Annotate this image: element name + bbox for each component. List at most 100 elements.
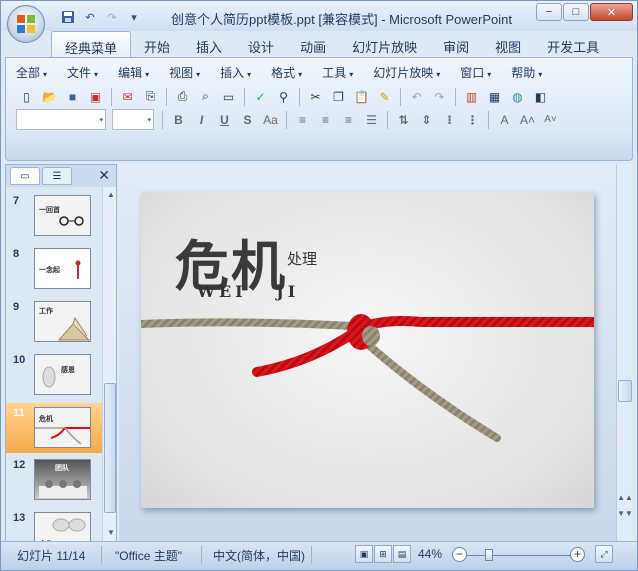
outline-tab-icon[interactable]: ☰ [42, 167, 72, 185]
previous-slide-icon[interactable]: ▲▲ [617, 490, 633, 505]
print-preview-icon[interactable]: ⌕ [195, 86, 216, 107]
change-case-icon[interactable]: Aa [260, 110, 281, 130]
zoom-slider-thumb[interactable] [485, 549, 493, 561]
fit-to-window-icon[interactable]: ⤢ [595, 545, 613, 563]
tab-animations[interactable]: 动画 [287, 31, 339, 57]
close-pane-icon[interactable]: ✕ [98, 167, 110, 184]
slide-pinyin[interactable]: WEI JI [197, 282, 299, 301]
next-slide-icon[interactable]: ▼▼ [617, 506, 633, 521]
scroll-down-icon[interactable]: ▼ [104, 525, 118, 540]
menu-format[interactable]: 格式 ▾ [271, 64, 302, 81]
save-icon[interactable] [59, 8, 77, 26]
italic-icon[interactable]: I [191, 110, 212, 130]
slide-view-icon[interactable]: ▭ [218, 86, 239, 107]
bullets-icon[interactable]: ⁝ [439, 110, 460, 130]
menu-help[interactable]: 帮助 ▾ [511, 64, 542, 81]
zoom-slider[interactable] [467, 555, 571, 556]
redo-toolbar-icon[interactable]: ↷ [429, 86, 450, 107]
undo-icon[interactable]: ↶ [81, 8, 99, 26]
pane-scroll-thumb[interactable] [104, 383, 116, 513]
underline-icon[interactable]: U [214, 110, 235, 130]
color-grayscale-icon[interactable]: ◧ [530, 86, 551, 107]
slideshow-view-icon[interactable]: ▤ [393, 545, 411, 563]
numbering-icon[interactable]: ⋮ [462, 110, 483, 130]
copy-icon[interactable]: ❐ [328, 86, 349, 107]
publish-icon[interactable]: ⎘ [140, 86, 161, 107]
slide-scrollbar[interactable]: ▲▲ ▼▼ [616, 164, 633, 541]
zoom-out-icon[interactable]: − [452, 547, 467, 562]
new-icon[interactable]: ▯ [16, 86, 37, 107]
font-color-icon[interactable]: A [494, 110, 515, 130]
customize-qat-icon[interactable]: ▾ [125, 8, 143, 26]
slide-preview: 一念起 [34, 248, 91, 289]
tab-design[interactable]: 设计 [235, 31, 287, 57]
font-size-combo[interactable]: ▾ [112, 109, 154, 130]
text-direction-icon[interactable]: ⇅ [393, 110, 414, 130]
standard-toolbar: ▯ 📂 ■ ▣ ✉ ⎘ ⎙ ⌕ ▭ ✓ ⚲ ✂ ❐ 📋 ✎ ↶ ↷ ▥ ▦ ◍ [16, 86, 551, 107]
slide-thumbnail[interactable]: 9 工作 [6, 297, 102, 349]
current-slide[interactable]: 危机 处理 WEI JI [141, 192, 594, 508]
font-name-combo[interactable]: ▾ [16, 109, 106, 130]
slide-scroll-thumb[interactable] [618, 380, 632, 402]
grow-font-icon[interactable]: A˄ [517, 110, 538, 130]
format-painter-icon[interactable]: ✎ [374, 86, 395, 107]
web-icon[interactable]: ◍ [507, 86, 528, 107]
zoom-in-icon[interactable]: + [570, 547, 585, 562]
research-icon[interactable]: ⚲ [273, 86, 294, 107]
menu-view[interactable]: 视图 ▾ [169, 64, 200, 81]
paste-icon[interactable]: 📋 [351, 86, 372, 107]
justify-icon[interactable]: ☰ [361, 110, 382, 130]
table-icon[interactable]: ▦ [484, 86, 505, 107]
undo-toolbar-icon[interactable]: ↶ [406, 86, 427, 107]
slide-sorter-icon[interactable]: ⊞ [374, 545, 392, 563]
zoom-level[interactable]: 44% [418, 547, 442, 561]
cut-icon[interactable]: ✂ [305, 86, 326, 107]
menu-tools[interactable]: 工具 ▾ [322, 64, 353, 81]
slide-thumbnail[interactable]: 10 感恩 [6, 350, 102, 402]
email-icon[interactable]: ✉ [117, 86, 138, 107]
align-text-icon[interactable]: ⇕ [416, 110, 437, 130]
shadow-icon[interactable]: S [237, 110, 258, 130]
menu-file[interactable]: 文件 ▾ [67, 64, 98, 81]
office-button[interactable] [7, 5, 45, 43]
close-button[interactable]: ✕ [590, 3, 633, 21]
save-file-icon[interactable]: ■ [62, 86, 83, 107]
menu-window[interactable]: 窗口 ▾ [460, 64, 491, 81]
slide-subtitle[interactable]: 处理 [287, 248, 317, 269]
slide-thumbnail[interactable]: 7 一回首 [6, 191, 102, 243]
language-indicator[interactable]: 中文(简体，中国) [213, 547, 305, 564]
tab-view[interactable]: 视图 [482, 31, 534, 57]
slide-thumbnail[interactable]: 12 团队 [6, 455, 102, 507]
align-center-icon[interactable]: ≡ [315, 110, 336, 130]
menu-insert[interactable]: 插入 ▾ [220, 64, 251, 81]
pane-scrollbar[interactable]: ▲ ▼ [102, 187, 116, 541]
slide-thumbnail-selected[interactable]: 11 危机 [6, 403, 102, 453]
align-right-icon[interactable]: ≡ [338, 110, 359, 130]
shrink-font-icon[interactable]: A˅ [540, 110, 561, 130]
spelling-icon[interactable]: ✓ [250, 86, 271, 107]
slides-tab-icon[interactable]: ▭ [10, 167, 40, 185]
menu-edit[interactable]: 编辑 ▾ [118, 64, 149, 81]
tab-home[interactable]: 开始 [131, 31, 183, 57]
redo-icon[interactable]: ↷ [103, 8, 121, 26]
print-icon[interactable]: ⎙ [172, 86, 193, 107]
tab-review[interactable]: 审阅 [430, 31, 482, 57]
permission-icon[interactable]: ▣ [85, 86, 106, 107]
menu-slideshow[interactable]: 幻灯片放映 ▾ [373, 64, 440, 81]
chart-icon[interactable]: ▥ [461, 86, 482, 107]
minimize-button[interactable]: − [536, 3, 562, 21]
tab-insert[interactable]: 插入 [183, 31, 235, 57]
menu-all[interactable]: 全部 ▾ [16, 64, 47, 81]
normal-view-icon[interactable]: ▣ [355, 545, 373, 563]
tab-classic-menu[interactable]: 经典菜单 [51, 31, 132, 57]
slide-thumbnail[interactable]: 8 一念起 [6, 244, 102, 296]
bold-icon[interactable]: B [168, 110, 189, 130]
open-icon[interactable]: 📂 [39, 86, 60, 107]
scroll-up-icon[interactable]: ▲ [104, 187, 118, 202]
align-left-icon[interactable]: ≡ [292, 110, 313, 130]
theme-name[interactable]: "Office 主题" [115, 547, 182, 564]
tab-slideshow[interactable]: 幻灯片放映 [339, 31, 430, 57]
maximize-button[interactable]: □ [563, 3, 589, 21]
tab-developer[interactable]: 开发工具 [534, 31, 612, 57]
slide-thumbnail[interactable]: 13 合作 [6, 508, 102, 541]
